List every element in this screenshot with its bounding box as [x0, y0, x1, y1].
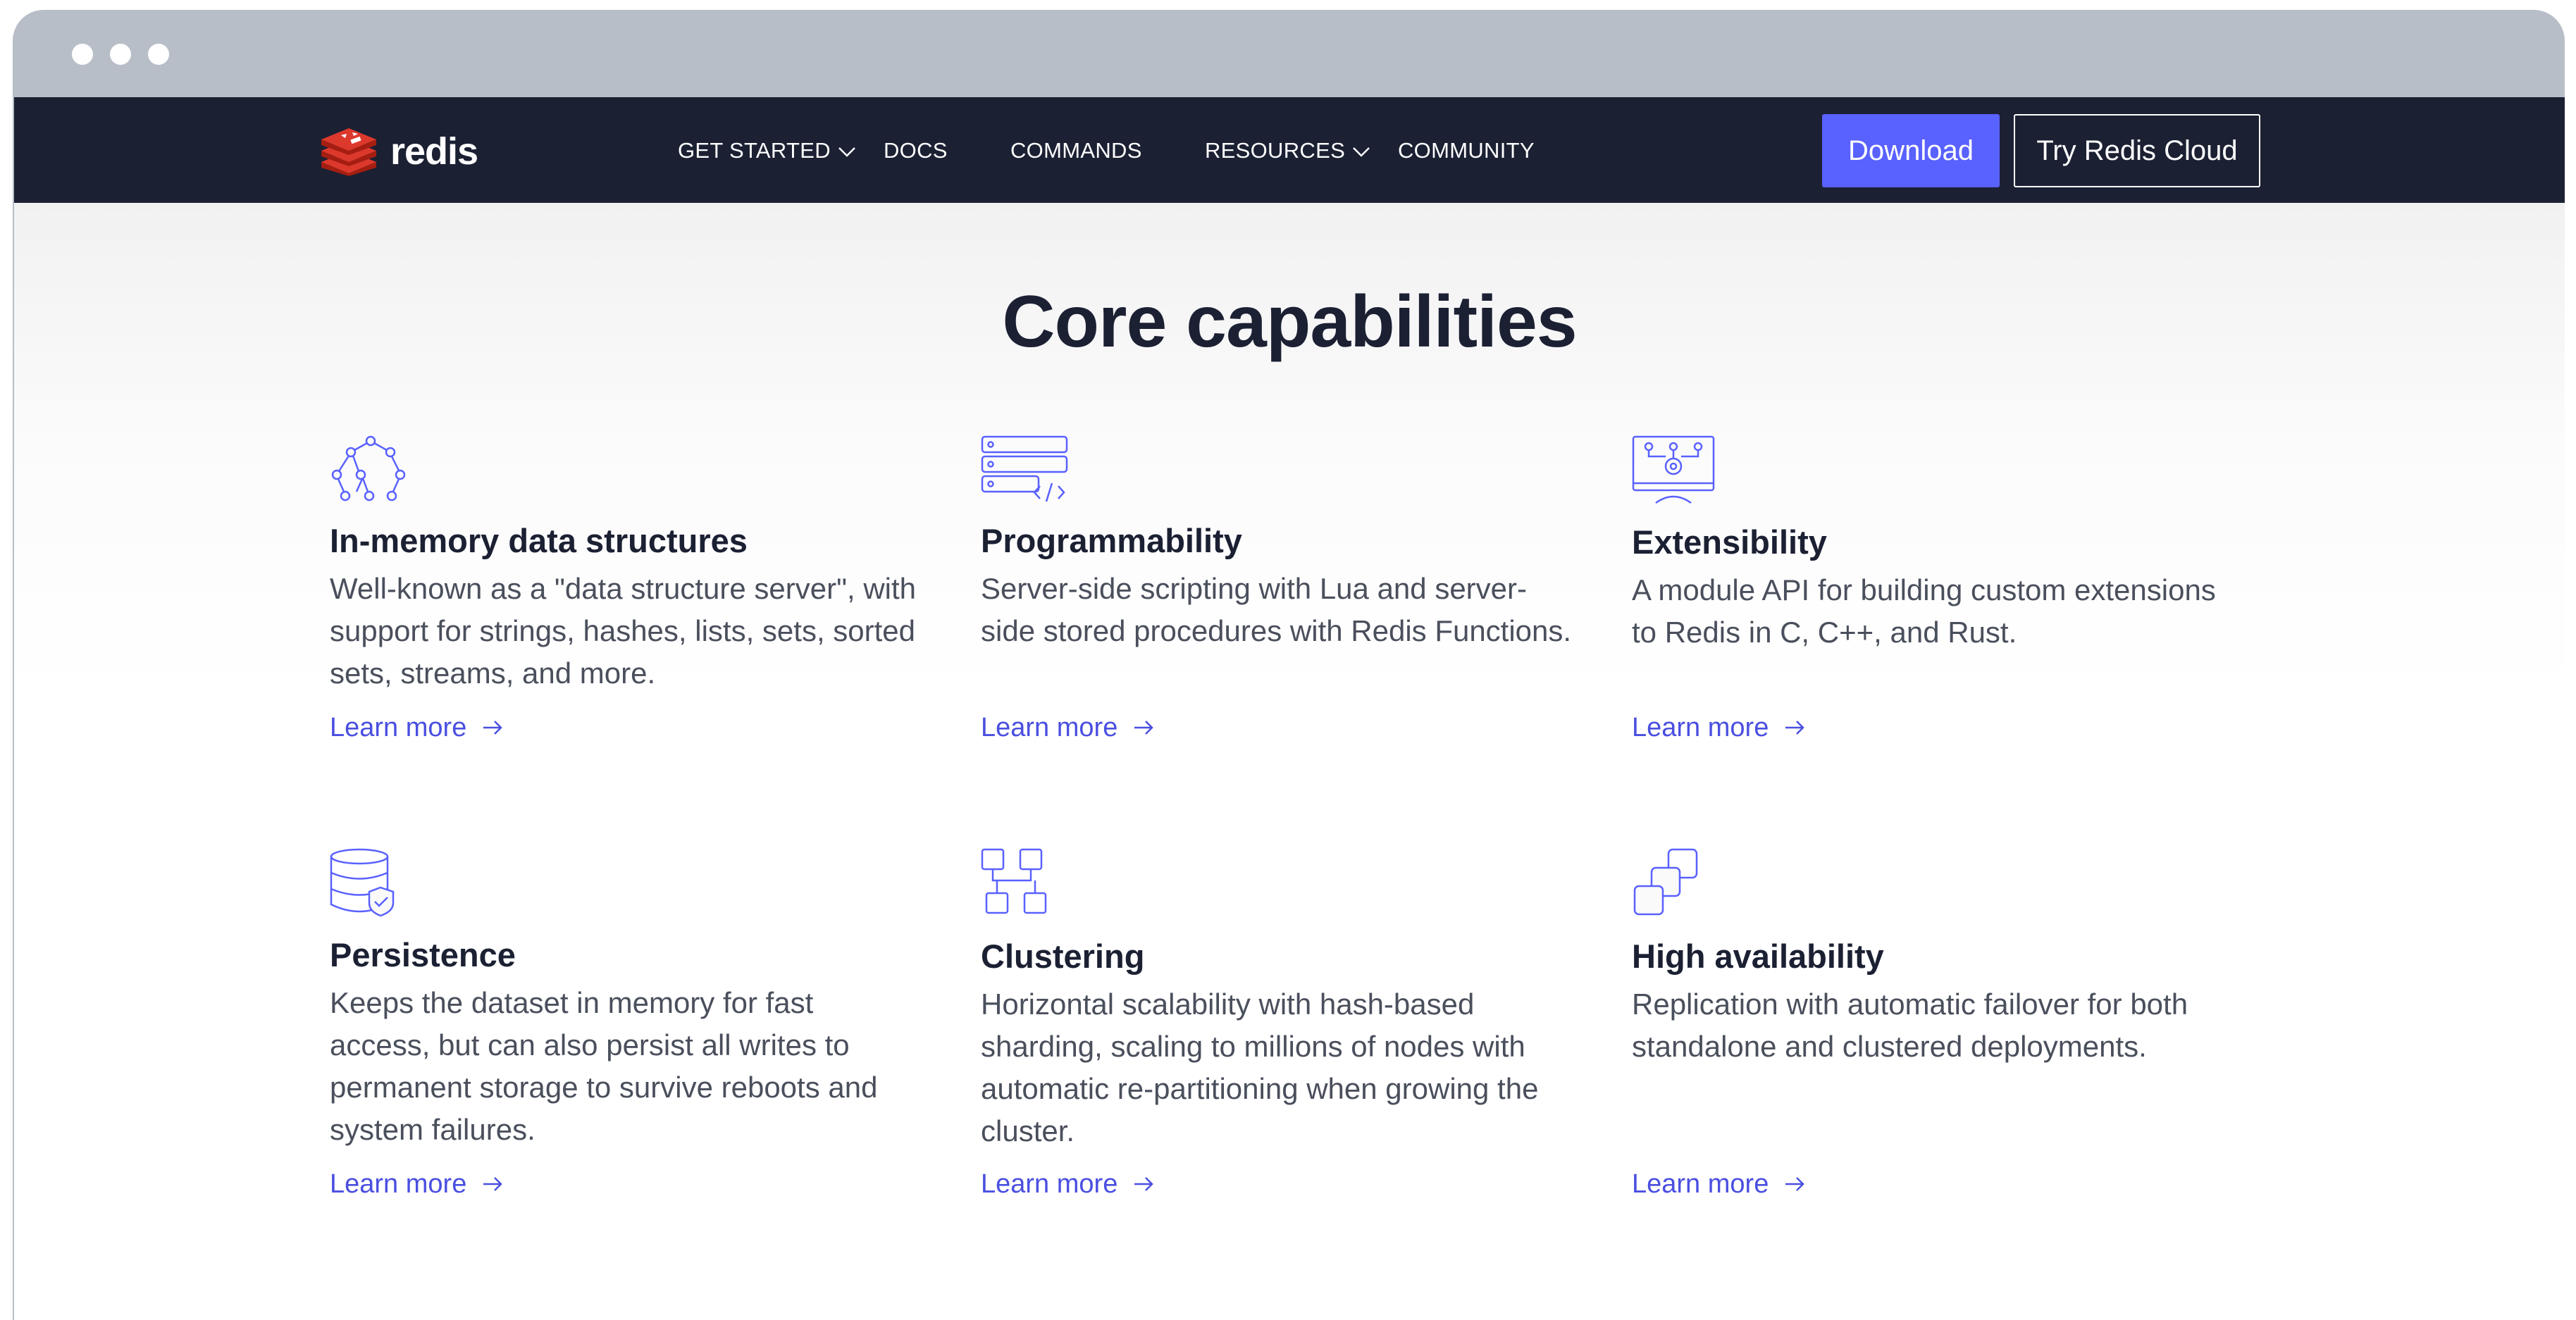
card-title: In-memory data structures: [330, 522, 748, 559]
try-redis-cloud-button[interactable]: Try Redis Cloud: [2014, 114, 2260, 187]
browser-window: redis GET STARTED DOCS COMMANDS RESOURCE…: [13, 10, 2565, 1320]
nav-docs-label: DOCS: [884, 138, 948, 163]
brand-name: redis: [390, 130, 478, 173]
site-navbar: redis GET STARTED DOCS COMMANDS RESOURCE…: [14, 97, 2565, 203]
chevron-down-icon: [838, 138, 856, 163]
card-description: Well-known as a "data structure server",…: [330, 572, 917, 690]
tree-structure-icon: [330, 435, 411, 509]
section-heading: Core capabilities: [1002, 281, 1577, 363]
minimize-dot[interactable]: [110, 44, 131, 65]
learn-more-label: Learn more: [330, 713, 467, 742]
learn-more-label: Learn more: [330, 1169, 467, 1199]
card-title: High availability: [1632, 938, 1884, 975]
learn-more-link[interactable]: Learn more: [330, 713, 503, 743]
arrow-right-icon: [482, 1169, 503, 1200]
card-title: Clustering: [981, 938, 1145, 975]
card-title: Programmability: [981, 522, 1242, 559]
learn-more-link[interactable]: Learn more: [1632, 713, 1805, 743]
nav-commands[interactable]: COMMANDS: [1010, 131, 1142, 170]
arrow-right-icon: [1784, 1169, 1805, 1200]
arrow-right-icon: [1784, 713, 1805, 743]
learn-more-label: Learn more: [1632, 1169, 1769, 1199]
learn-more-label: Learn more: [1632, 713, 1769, 742]
learn-more-link[interactable]: Learn more: [981, 1169, 1154, 1200]
arrow-right-icon: [1133, 1169, 1154, 1200]
maximize-dot[interactable]: [148, 44, 169, 65]
learn-more-link[interactable]: Learn more: [981, 713, 1154, 743]
nav-resources[interactable]: RESOURCES: [1205, 131, 1370, 170]
redis-cube-icon: [321, 128, 376, 176]
card-title: Extensibility: [1632, 523, 1827, 561]
nav-commands-label: COMMANDS: [1010, 138, 1142, 163]
nav-community[interactable]: COMMUNITY: [1398, 131, 1535, 170]
database-shield-icon: [330, 848, 400, 922]
module-gear-icon: [1632, 435, 1716, 509]
arrow-right-icon: [1133, 713, 1154, 743]
card-description: A module API for building custom extensi…: [1632, 573, 2216, 649]
cluster-nodes-icon: [981, 848, 1051, 922]
close-dot[interactable]: [72, 44, 93, 65]
arrow-right-icon: [482, 713, 503, 743]
card-description: Keeps the dataset in memory for fast acc…: [330, 986, 878, 1146]
nav-get-started-label: GET STARTED: [678, 138, 831, 163]
learn-more-label: Learn more: [981, 713, 1118, 742]
nav-community-label: COMMUNITY: [1398, 138, 1535, 163]
server-code-icon: [981, 435, 1072, 509]
window-titlebar: [13, 10, 2565, 97]
learn-more-link[interactable]: Learn more: [1632, 1169, 1805, 1200]
card-title: Persistence: [330, 936, 516, 973]
card-description: Server-side scripting with Lua and serve…: [981, 572, 1572, 647]
learn-more-link[interactable]: Learn more: [330, 1169, 503, 1200]
core-capabilities-section: Core capabilities In-memory data structu…: [14, 203, 2565, 1320]
download-button[interactable]: Download: [1822, 114, 2000, 187]
replica-squares-icon: [1632, 848, 1702, 922]
chevron-down-icon: [1352, 138, 1370, 163]
redis-logo[interactable]: redis: [320, 127, 478, 176]
card-description: Replication with automatic failover for …: [1632, 988, 2188, 1063]
nav-resources-label: RESOURCES: [1205, 138, 1346, 163]
nav-docs[interactable]: DOCS: [884, 131, 948, 170]
nav-get-started[interactable]: GET STARTED: [678, 131, 856, 170]
card-description: Horizontal scalability with hash-based s…: [981, 988, 1539, 1147]
learn-more-label: Learn more: [981, 1169, 1118, 1199]
